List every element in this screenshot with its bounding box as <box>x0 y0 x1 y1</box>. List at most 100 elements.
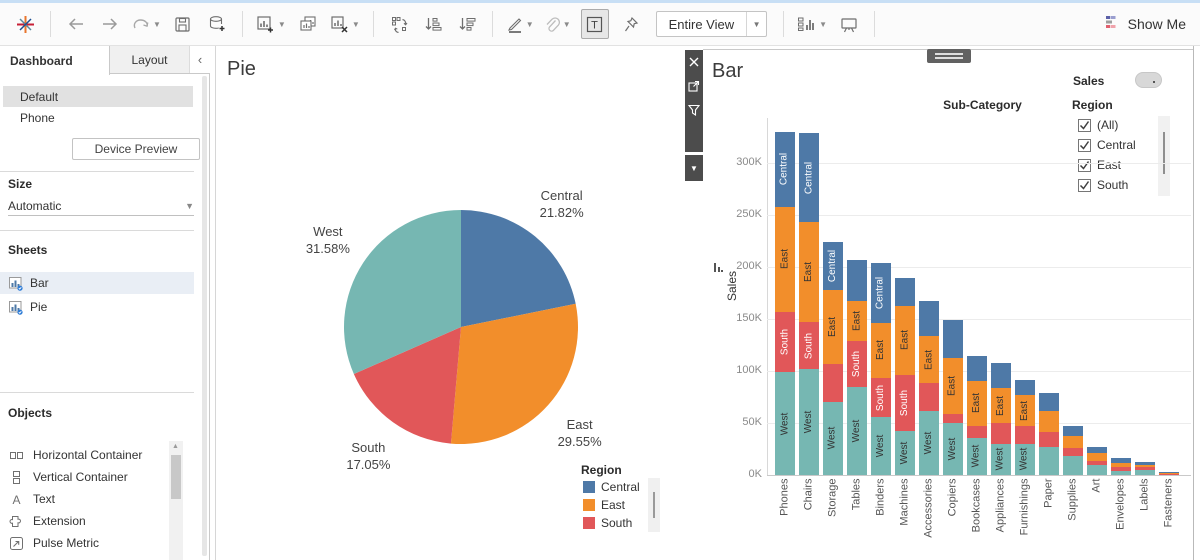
object-item-pulse-metric[interactable]: Pulse Metric <box>0 532 165 554</box>
legend-item-south[interactable]: South <box>583 514 632 532</box>
bar-segment-bookcases-central[interactable] <box>967 356 987 381</box>
show-mark-labels-button[interactable]: T <box>581 9 609 39</box>
tab-dashboard[interactable]: Dashboard <box>0 46 110 75</box>
object-item-horizontal-container[interactable]: Horizontal Container <box>0 444 165 466</box>
new-worksheet-button[interactable]: ▼ <box>256 9 286 39</box>
bar-segment-accessories-east[interactable]: East <box>919 336 939 383</box>
bar-segment-chairs-west[interactable]: West <box>799 369 819 475</box>
bar-segment-furnishings-east[interactable]: East <box>1015 395 1035 425</box>
bar-segment-binders-south[interactable]: South <box>871 378 891 416</box>
bar-segment-paper-east[interactable] <box>1039 411 1059 432</box>
back-arrow-button[interactable] <box>64 9 88 39</box>
bar-segment-copiers-west[interactable]: West <box>943 423 963 475</box>
sheet-list-item-pie[interactable]: Pie <box>0 296 194 318</box>
bar-segment-storage-east[interactable]: East <box>823 290 843 364</box>
chevron-down-icon[interactable]: ▼ <box>278 20 286 29</box>
bar-segment-chairs-central[interactable]: Central <box>799 133 819 222</box>
device-preview-button[interactable]: Device Preview <box>72 138 200 160</box>
replay-arrow-button[interactable]: ▼ <box>132 9 161 39</box>
bar-segment-accessories-central[interactable] <box>919 301 939 336</box>
zone-drag-grip[interactable] <box>927 49 971 63</box>
bar-segment-supplies-east[interactable] <box>1063 436 1083 447</box>
bar-segment-art-east[interactable] <box>1087 453 1107 461</box>
bar-segment-envelopes-west[interactable] <box>1111 471 1131 475</box>
scrollbar-thumb[interactable] <box>653 492 655 518</box>
swap-rows-columns-button[interactable] <box>387 9 411 39</box>
bar-segment-machines-east[interactable]: East <box>895 306 915 375</box>
presentation-mode-button[interactable] <box>837 9 861 39</box>
chevron-down-icon[interactable]: ▼ <box>746 12 766 36</box>
bar-segment-bookcases-south[interactable] <box>967 426 987 437</box>
bar-segment-tables-west[interactable]: West <box>847 387 867 475</box>
bar-segment-supplies-central[interactable] <box>1063 426 1083 436</box>
scrollbar-thumb[interactable] <box>171 455 181 499</box>
close-icon[interactable] <box>685 50 703 74</box>
tableau-logo[interactable] <box>13 9 37 39</box>
sales-legend-collapsed-control[interactable] <box>1135 72 1162 88</box>
bar-segment-binders-central[interactable]: Central <box>871 263 891 322</box>
bar-segment-fasteners-east[interactable] <box>1159 473 1179 474</box>
sort-descending-button[interactable] <box>455 9 479 39</box>
bar-segment-labels-south[interactable] <box>1135 467 1155 469</box>
bar-segment-phones-west[interactable]: West <box>775 372 795 475</box>
show-hide-cards-button[interactable]: ▼ <box>797 9 827 39</box>
bar-segment-phones-east[interactable]: East <box>775 207 795 312</box>
bar-segment-machines-west[interactable]: West <box>895 431 915 475</box>
bar-segment-chairs-south[interactable]: South <box>799 322 819 369</box>
bar-segment-accessories-west[interactable]: West <box>919 411 939 475</box>
chevron-down-icon[interactable]: ▼ <box>563 20 571 29</box>
size-select[interactable]: Automatic ▼ <box>8 196 194 216</box>
clear-sheet-button[interactable]: ▼ <box>330 9 360 39</box>
bar-segment-paper-south[interactable] <box>1039 432 1059 447</box>
legend-item-central[interactable]: Central <box>583 478 640 496</box>
bar-segment-envelopes-east[interactable] <box>1111 463 1131 468</box>
device-mode-phone[interactable]: Phone <box>3 107 193 128</box>
bar-segment-art-central[interactable] <box>1087 447 1107 453</box>
bar-segment-storage-west[interactable]: West <box>823 402 843 475</box>
bar-segment-paper-central[interactable] <box>1039 393 1059 411</box>
bar-segment-fasteners-central[interactable] <box>1159 472 1179 473</box>
save-button[interactable] <box>171 9 195 39</box>
bar-segment-art-south[interactable] <box>1087 461 1107 466</box>
bar-segment-furnishings-west[interactable]: West <box>1015 444 1035 475</box>
sheet-list-item-bar[interactable]: Bar <box>0 272 194 294</box>
bar-segment-storage-south[interactable] <box>823 364 843 401</box>
fit-selector-dropdown[interactable]: Entire View▼ <box>656 11 768 37</box>
bar-segment-appliances-west[interactable]: West <box>991 444 1011 475</box>
chevron-down-icon[interactable]: ▼ <box>819 20 827 29</box>
bar-segment-envelopes-south[interactable] <box>1111 467 1131 470</box>
objects-scrollbar[interactable]: ▲ <box>169 441 183 560</box>
bar-segment-chairs-east[interactable]: East <box>799 222 819 322</box>
bar-segment-supplies-west[interactable] <box>1063 456 1083 475</box>
tab-layout[interactable]: Layout <box>110 46 190 73</box>
bar-segment-paper-west[interactable] <box>1039 447 1059 475</box>
bar-segment-furnishings-south[interactable] <box>1015 426 1035 444</box>
chevron-down-icon[interactable]: ▼ <box>526 20 534 29</box>
bar-segment-storage-central[interactable]: Central <box>823 242 843 290</box>
show-me-button[interactable]: Show Me <box>1106 15 1186 34</box>
bar-segment-furnishings-central[interactable] <box>1015 380 1035 396</box>
bar-segment-tables-east[interactable]: East <box>847 301 867 342</box>
bar-segment-appliances-east[interactable]: East <box>991 388 1011 424</box>
duplicate-sheet-button[interactable] <box>296 9 320 39</box>
filter-funnel-icon[interactable] <box>685 98 703 122</box>
forward-arrow-button[interactable] <box>98 9 122 39</box>
bar-segment-tables-central[interactable] <box>847 260 867 301</box>
chevron-down-icon[interactable]: ▼ <box>352 20 360 29</box>
zone-more-options[interactable]: ▼ <box>685 155 703 181</box>
bar-segment-fasteners-west[interactable] <box>1159 474 1179 475</box>
bar-segment-binders-east[interactable]: East <box>871 323 891 379</box>
add-data-source-button[interactable] <box>205 9 229 39</box>
bar-segment-envelopes-central[interactable] <box>1111 458 1131 463</box>
pane-scrollbar[interactable] <box>202 76 207 556</box>
scroll-up-arrow-icon[interactable]: ▲ <box>172 443 179 450</box>
bar-segment-bookcases-west[interactable]: West <box>967 438 987 475</box>
bar-segment-supplies-south[interactable] <box>1063 448 1083 457</box>
device-mode-default[interactable]: Default <box>3 86 193 107</box>
bar-segment-appliances-south[interactable] <box>991 423 1011 443</box>
bar-segment-phones-central[interactable]: Central <box>775 132 795 207</box>
bar-segment-labels-west[interactable] <box>1135 470 1155 475</box>
fix-axes-pin-button[interactable] <box>619 9 643 39</box>
highlight-pen-button[interactable]: ▼ <box>506 9 534 39</box>
bar-segment-copiers-east[interactable]: East <box>943 358 963 413</box>
